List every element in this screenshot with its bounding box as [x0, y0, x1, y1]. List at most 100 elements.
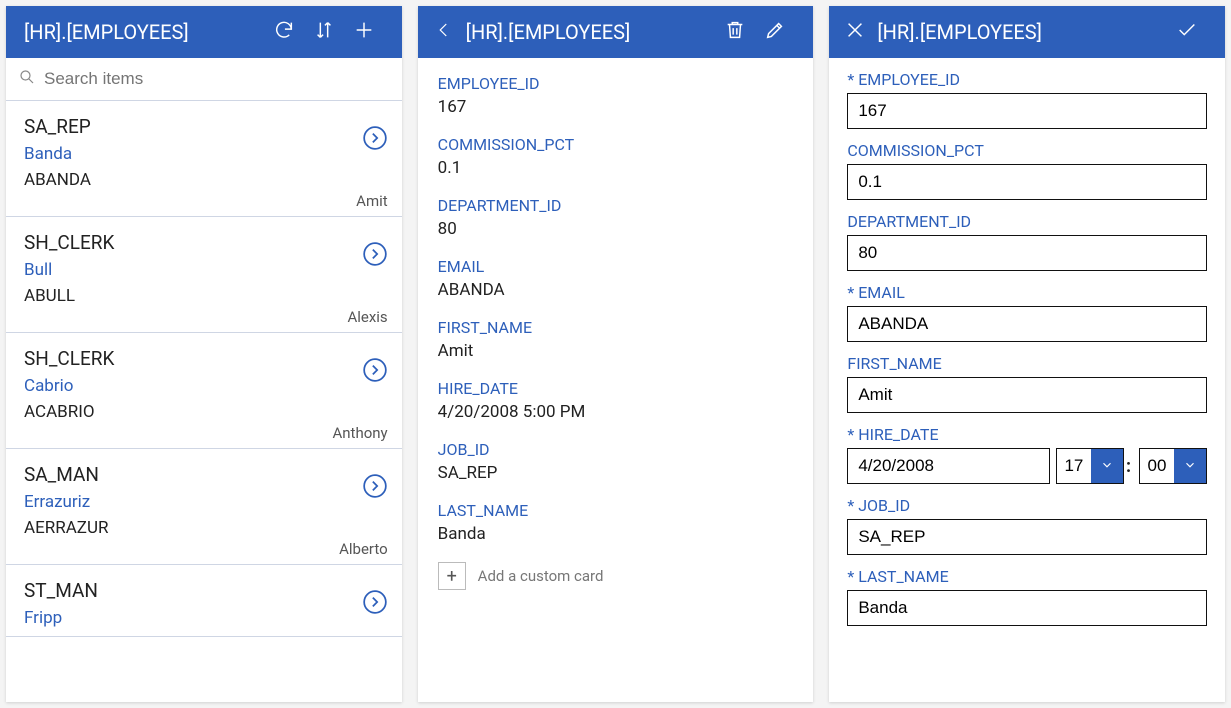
detail-field: JOB_ID SA_REP [438, 440, 794, 483]
form-field-hire-date: HIRE_DATE : [847, 425, 1207, 484]
list-item[interactable]: ST_MAN Fripp [6, 565, 402, 637]
search-input[interactable] [44, 69, 390, 89]
detail-field-label: HIRE_DATE [438, 379, 794, 398]
detail-scroll[interactable]: EMPLOYEE_ID 167 COMMISSION_PCT 0.1 DEPAR… [418, 58, 814, 702]
list-title: [HR].[EMPLOYEES] [24, 20, 264, 44]
list-item[interactable]: SA_REP Banda ABANDA Amit [6, 101, 402, 217]
form-scroll[interactable]: EMPLOYEE_ID COMMISSION_PCT DEPARTMENT_ID… [829, 58, 1225, 702]
refresh-button[interactable] [264, 12, 304, 52]
list-item-open-button[interactable] [362, 473, 388, 499]
detail-field-label: LAST_NAME [438, 501, 794, 520]
list-item-job: SH_CLERK [24, 231, 384, 254]
list-scroll[interactable]: SA_REP Banda ABANDA Amit SH_CLERK Bull A… [6, 101, 402, 702]
list-item-lastname: Cabrio [24, 376, 384, 396]
list-header: [HR].[EMPLOYEES] [6, 6, 402, 58]
refresh-icon [273, 19, 295, 45]
form-field-job-id: JOB_ID [847, 496, 1207, 555]
form-label: FIRST_NAME [847, 354, 1207, 373]
add-custom-card-button[interactable]: + Add a custom card [438, 562, 794, 590]
add-custom-card-label: Add a custom card [478, 567, 604, 585]
add-button[interactable] [344, 12, 384, 52]
detail-field-value: 80 [438, 219, 794, 239]
detail-field: DEPARTMENT_ID 80 [438, 196, 794, 239]
form-field-department-id: DEPARTMENT_ID [847, 212, 1207, 271]
hire-date-box [847, 448, 1050, 484]
detail-field: EMAIL ABANDA [438, 257, 794, 300]
list-item-open-button[interactable] [362, 241, 388, 267]
detail-header: [HR].[EMPLOYEES] [418, 6, 814, 58]
job-id-input[interactable] [847, 519, 1207, 555]
list-item-job: SA_REP [24, 115, 384, 138]
detail-field: LAST_NAME Banda [438, 501, 794, 544]
form-label: EMAIL [847, 283, 1207, 302]
form-label: HIRE_DATE [847, 425, 1207, 444]
employee-id-input[interactable] [847, 93, 1207, 129]
edit-title: [HR].[EMPLOYEES] [877, 20, 1167, 44]
first-name-input[interactable] [847, 377, 1207, 413]
close-icon [844, 19, 866, 45]
plus-icon [353, 19, 375, 45]
edit-panel: [HR].[EMPLOYEES] EMPLOYEE_ID COMMISSION_… [829, 6, 1225, 702]
chevron-down-icon [1100, 457, 1114, 476]
list-item-email: AERRAZUR [24, 518, 384, 538]
detail-field-value: Amit [438, 341, 794, 361]
detail-field: HIRE_DATE 4/20/2008 5:00 PM [438, 379, 794, 422]
detail-field: FIRST_NAME Amit [438, 318, 794, 361]
hire-date-input[interactable] [848, 449, 1050, 483]
list-item-lastname: Banda [24, 144, 384, 164]
detail-title: [HR].[EMPLOYEES] [466, 20, 716, 44]
check-icon [1176, 19, 1198, 45]
detail-field-value: 167 [438, 97, 794, 117]
last-name-input[interactable] [847, 590, 1207, 626]
chevron-right-icon [362, 484, 388, 503]
detail-panel: [HR].[EMPLOYEES] EMPLOYEE_ID 167 COMMISS… [418, 6, 814, 702]
department-id-input[interactable] [847, 235, 1207, 271]
detail-field-label: FIRST_NAME [438, 318, 794, 337]
list-item-open-button[interactable] [362, 589, 388, 615]
detail-field: EMPLOYEE_ID 167 [438, 74, 794, 117]
list-item[interactable]: SH_CLERK Cabrio ACABRIO Anthony [6, 333, 402, 449]
form-label: COMMISSION_PCT [847, 141, 1207, 160]
minute-dropdown-button[interactable] [1174, 449, 1206, 483]
hire-minute-input[interactable] [1140, 449, 1174, 483]
list-item-lastname: Bull [24, 260, 384, 280]
email-input[interactable] [847, 306, 1207, 342]
time-colon: : [1126, 456, 1131, 477]
back-button[interactable] [428, 12, 460, 52]
close-button[interactable] [839, 12, 871, 52]
list-item-open-button[interactable] [362, 357, 388, 383]
list-panel: [HR].[EMPLOYEES] SA_REP Banda ABANDA [6, 6, 402, 702]
list-item-firstname: Anthony [332, 424, 387, 442]
form-label: JOB_ID [847, 496, 1207, 515]
detail-field-value: Banda [438, 524, 794, 544]
chevron-right-icon [362, 252, 388, 271]
chevron-right-icon [362, 368, 388, 387]
detail-field-label: JOB_ID [438, 440, 794, 459]
list-item-lastname: Fripp [24, 608, 384, 628]
edit-button[interactable] [755, 12, 795, 52]
form-field-commission-pct: COMMISSION_PCT [847, 141, 1207, 200]
list-item-email: ABULL [24, 286, 384, 306]
form-field-employee-id: EMPLOYEE_ID [847, 70, 1207, 129]
sort-icon [313, 19, 335, 45]
delete-button[interactable] [715, 12, 755, 52]
form-field-first-name: FIRST_NAME [847, 354, 1207, 413]
sort-button[interactable] [304, 12, 344, 52]
form-field-last-name: LAST_NAME [847, 567, 1207, 626]
detail-field-value: SA_REP [438, 463, 794, 483]
pencil-icon [764, 19, 786, 45]
list-item-job: ST_MAN [24, 579, 384, 602]
confirm-button[interactable] [1167, 12, 1207, 52]
hire-hour-input[interactable] [1057, 449, 1091, 483]
commission-pct-input[interactable] [847, 164, 1207, 200]
list-item-open-button[interactable] [362, 125, 388, 151]
hour-dropdown-button[interactable] [1091, 449, 1123, 483]
hire-minute-select [1139, 448, 1207, 484]
list-item-job: SH_CLERK [24, 347, 384, 370]
list-item[interactable]: SH_CLERK Bull ABULL Alexis [6, 217, 402, 333]
chevron-down-icon [1183, 457, 1197, 476]
list-item[interactable]: SA_MAN Errazuriz AERRAZUR Alberto [6, 449, 402, 565]
plus-square-icon: + [438, 562, 466, 590]
detail-field-label: EMAIL [438, 257, 794, 276]
list-item-firstname: Amit [356, 192, 388, 210]
